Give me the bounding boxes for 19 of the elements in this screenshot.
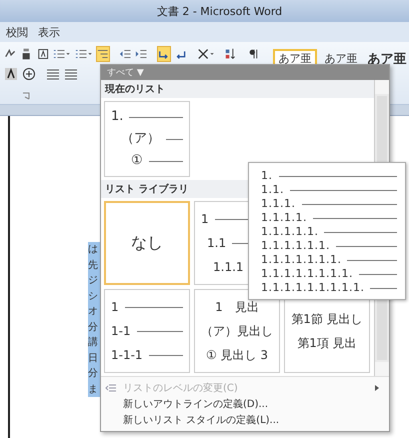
list-number: 1 bbox=[111, 299, 119, 316]
window-title: 文書 2 - Microsoft Word bbox=[156, 4, 282, 18]
list-number: 1.1 bbox=[207, 235, 226, 252]
list-number: 1.1. bbox=[261, 183, 284, 197]
list-number: ① bbox=[131, 152, 143, 170]
heading-sample: 1 見出 bbox=[215, 299, 259, 316]
list-number: 1.1.1 bbox=[213, 259, 244, 276]
heading-sample: 第1項 見出 bbox=[297, 335, 357, 352]
section-heading: 現在のリスト bbox=[101, 80, 374, 98]
heading-sample: （ア）見出し bbox=[201, 323, 273, 340]
list-number: 1-1 bbox=[111, 323, 131, 340]
list-number: 1-1-1 bbox=[111, 347, 143, 364]
list-number: 1 bbox=[201, 211, 209, 228]
list-number: 1. bbox=[261, 169, 272, 183]
list-number: 1. bbox=[111, 108, 124, 126]
heading-sample: 第1節 見出し bbox=[291, 311, 363, 328]
tile-label: なし bbox=[130, 232, 164, 254]
list-number: （ア） bbox=[121, 130, 160, 148]
heading-sample: ① 見出し 3 bbox=[206, 347, 268, 364]
